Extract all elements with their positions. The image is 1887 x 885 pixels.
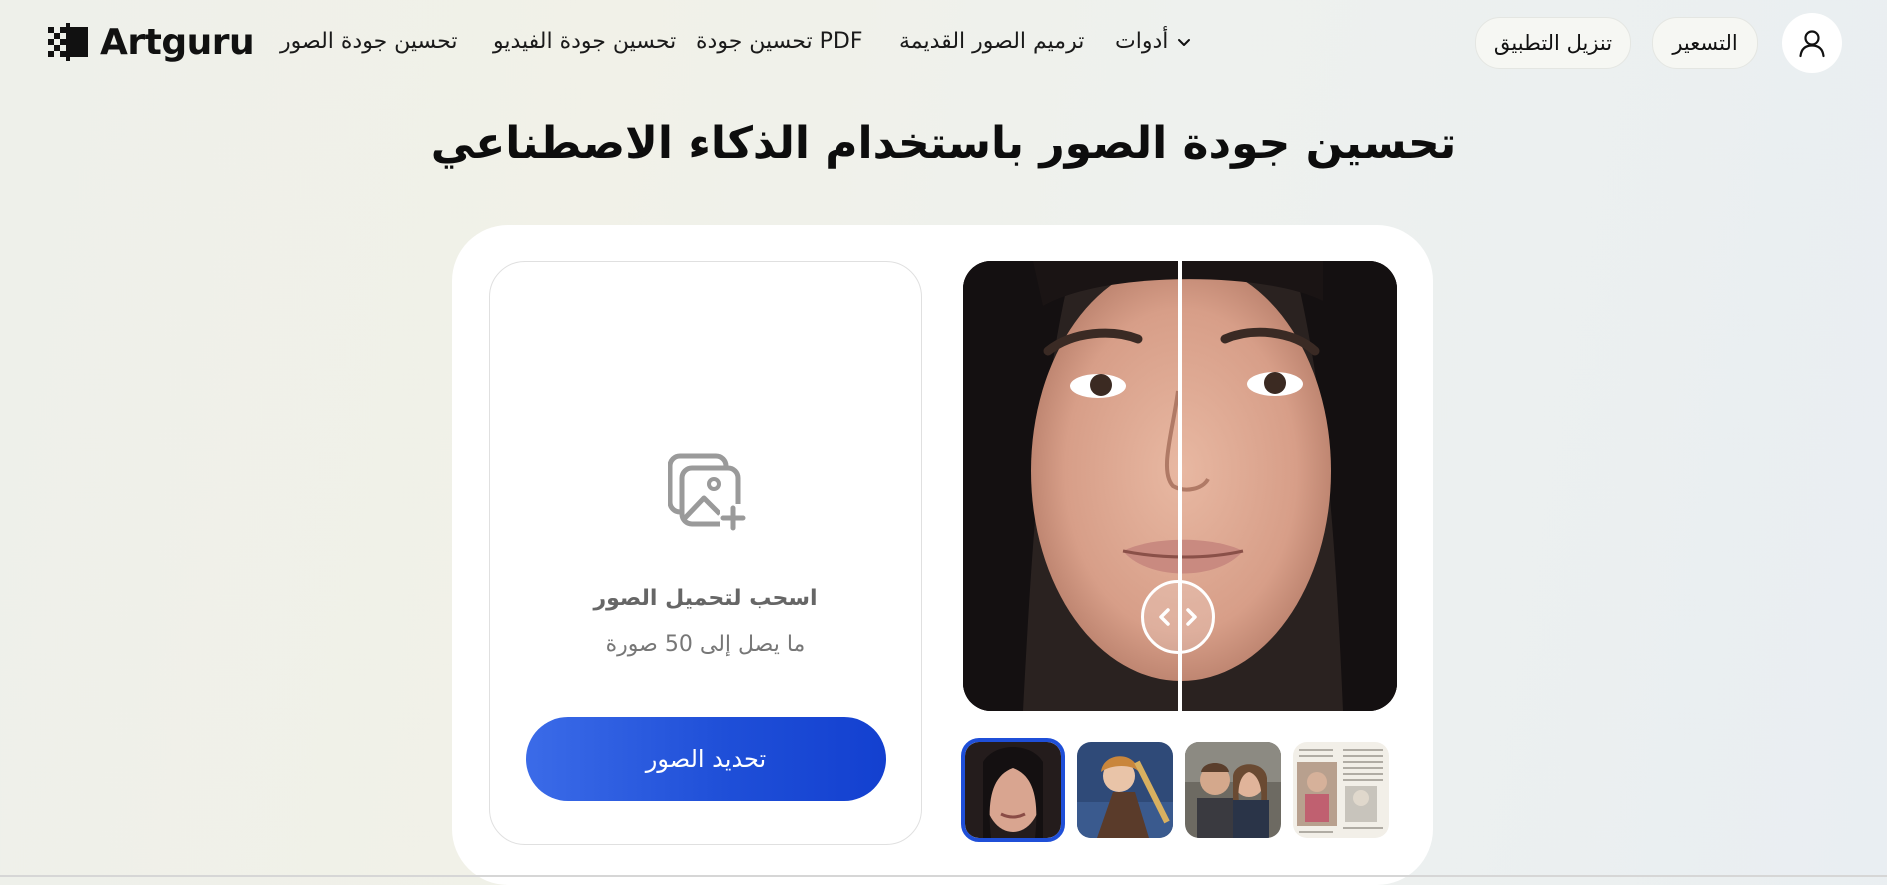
left-right-arrows-icon [1159,608,1197,626]
page-title: تحسين جودة الصور باستخدام الذكاء الاصطنا… [430,118,1457,169]
chevron-down-icon [1178,39,1191,46]
thumbnail-image [1293,742,1389,838]
download-app-button[interactable]: تنزيل التطبيق [1475,17,1631,69]
nav-tools-dropdown[interactable]: أدوات [1115,26,1192,58]
thumbnail-couple-photo[interactable] [1185,742,1281,838]
before-after-preview[interactable] [963,261,1397,711]
upload-dropzone[interactable]: اسحب لتحميل الصور ما يصل إلى 50 صورة تحد… [489,261,922,845]
thumbnail-image [1077,742,1173,838]
account-button[interactable] [1782,13,1842,73]
brand-name: Artguru [100,21,255,63]
brand-logo[interactable]: Artguru [48,21,255,63]
logo-icon [48,23,88,61]
nav-item-video-enhancer[interactable]: تحسين جودة الفيديو [493,26,676,58]
pricing-button[interactable]: التسعير [1652,17,1758,69]
thumbnail-image [965,742,1061,838]
nav-tools-label: أدوات [1115,29,1169,54]
upload-limit-text: ما يصل إلى 50 صورة [605,632,806,657]
compare-slider-handle[interactable] [1141,580,1215,654]
drag-upload-title: اسحب لتحميل الصور [593,586,818,611]
add-image-icon [668,453,746,531]
thumbnail-newspaper-collage[interactable] [1293,742,1389,838]
nav-item-old-photo-restore[interactable]: ترميم الصور القديمة [899,26,1084,58]
thumbnail-anime-girl[interactable] [1077,742,1173,838]
nav-item-image-enhancer[interactable]: تحسين جودة الصور [280,26,458,58]
nav-item-pdf-enhancer[interactable]: تحسين جودة PDF [696,26,862,58]
select-images-button[interactable]: تحديد الصور [526,717,886,801]
thumbnail-portrait-woman[interactable] [961,738,1065,842]
top-header: Artguru تحسين جودة الصور تحسين جودة الفي… [0,0,1887,84]
user-icon [1799,30,1825,58]
thumbnail-image [1185,742,1281,838]
